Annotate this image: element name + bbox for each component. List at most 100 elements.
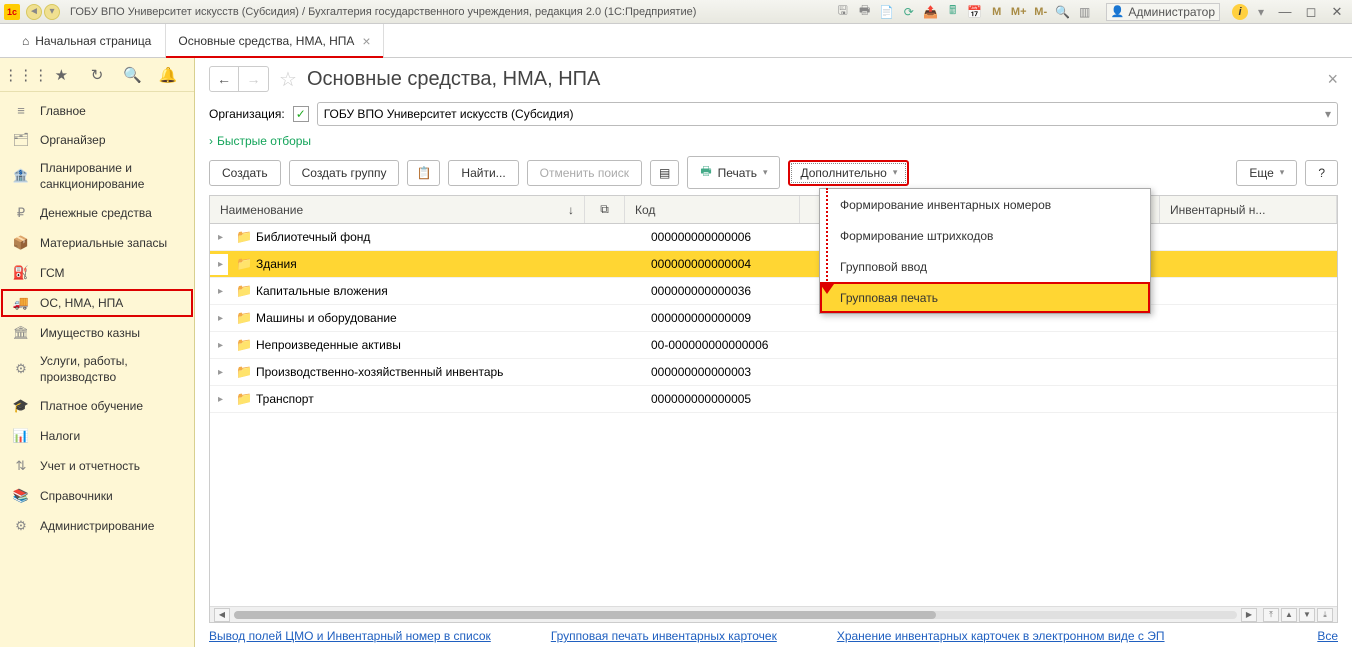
- sidebar-item-planning[interactable]: 🏦Планирование и санкционирование: [0, 155, 194, 198]
- scrollbar-horizontal[interactable]: ◀ ▶ ⤒ ▲ ▼ ⤓: [210, 606, 1337, 622]
- tab-close-icon[interactable]: ×: [362, 33, 370, 49]
- history-icon[interactable]: ↻: [87, 65, 107, 85]
- sidebar-item-refs[interactable]: 📚Справочники: [0, 481, 194, 511]
- expand-icon[interactable]: ▸: [210, 281, 228, 302]
- m-icon[interactable]: M: [988, 3, 1006, 21]
- sidebar-item-main[interactable]: ≡Главное: [0, 96, 194, 125]
- nav-forward-button[interactable]: →: [239, 66, 269, 92]
- sidebar-item-gsm[interactable]: ⛽ГСМ: [0, 258, 194, 288]
- dropdown-item-group-input[interactable]: Групповой ввод: [820, 251, 1150, 282]
- help-button[interactable]: ?: [1305, 160, 1338, 186]
- table-row[interactable]: ▸📁Капитальные вложения000000000000036: [210, 278, 1337, 305]
- quick-filters-toggle[interactable]: › Быстрые отборы: [209, 134, 1338, 148]
- info-icon[interactable]: i: [1232, 4, 1248, 20]
- sidebar-item-organizer[interactable]: 🗂Органайзер: [0, 125, 194, 155]
- folder-icon: 📁: [228, 386, 248, 412]
- expand-icon[interactable]: ▸: [210, 389, 228, 410]
- sidebar-item-admin[interactable]: ⚙Администрирование: [0, 511, 194, 541]
- table-row[interactable]: ▸📁Транспорт000000000000005: [210, 386, 1337, 413]
- m-minus-icon[interactable]: M-: [1032, 3, 1050, 21]
- grid-icon[interactable]: ⋮⋮⋮: [16, 65, 36, 85]
- send-icon[interactable]: 📤: [922, 3, 940, 21]
- org-checkbox[interactable]: ✓: [293, 106, 309, 122]
- nav-back-icon[interactable]: ◄: [26, 4, 42, 20]
- btn-label: ?: [1318, 166, 1325, 180]
- th-duplicate[interactable]: ⧉: [585, 196, 625, 223]
- expand-icon[interactable]: ▸: [210, 227, 228, 248]
- calc-icon[interactable]: 🖩: [944, 3, 962, 21]
- sidebar-label: ГСМ: [40, 266, 65, 280]
- cancel-search-button[interactable]: Отменить поиск: [527, 160, 642, 186]
- m-plus-icon[interactable]: M+: [1010, 3, 1028, 21]
- calendar-icon[interactable]: 📅: [966, 3, 984, 21]
- footer-link-group-print[interactable]: Групповая печать инвентарных карточек: [551, 629, 777, 643]
- sidebar-item-os[interactable]: 🚚ОС, НМА, НПА: [0, 288, 194, 318]
- table-row[interactable]: ▸📁Здания000000000000004: [210, 251, 1337, 278]
- cell-code: 000000000000009: [627, 306, 802, 330]
- info-dropdown-icon[interactable]: ▾: [1252, 3, 1270, 21]
- footer-link-all[interactable]: Все: [1317, 629, 1338, 643]
- list-down-icon[interactable]: ▼: [1299, 608, 1315, 622]
- expand-icon[interactable]: ▸: [210, 254, 228, 275]
- nav-back-button[interactable]: ←: [209, 66, 239, 92]
- table-row[interactable]: ▸📁Библиотечный фонд000000000000006: [210, 224, 1337, 251]
- create-group-button[interactable]: Создать группу: [289, 160, 400, 186]
- star-icon[interactable]: ★: [51, 65, 71, 85]
- search-icon[interactable]: 🔍: [123, 65, 143, 85]
- expand-icon[interactable]: ▸: [210, 308, 228, 329]
- doc-icon[interactable]: 📄: [878, 3, 896, 21]
- additional-button[interactable]: Дополнительно▾: [788, 160, 909, 186]
- dropdown-item-barcodes[interactable]: Формирование штрихкодов: [820, 220, 1150, 251]
- copy-button[interactable]: 📋: [407, 160, 440, 186]
- list-mode-button[interactable]: ▤: [650, 160, 679, 186]
- caret-icon: ▾: [763, 167, 768, 178]
- print-icon[interactable]: 🖶: [856, 3, 874, 21]
- tab-active[interactable]: Основные средства, НМА, НПА ×: [166, 24, 383, 57]
- folder-icon: 📁: [228, 332, 248, 358]
- footer-link-fields[interactable]: Вывод полей ЦМО и Инвентарный номер в сп…: [209, 629, 491, 643]
- find-button[interactable]: Найти...: [448, 160, 518, 186]
- print-button[interactable]: 🖶Печать▾: [687, 156, 780, 189]
- org-select[interactable]: ГОБУ ВПО Университет искусств (Субсидия)…: [317, 102, 1338, 126]
- maximize-button[interactable]: ◻: [1300, 4, 1322, 20]
- scroll-right-icon[interactable]: ▶: [1241, 608, 1257, 622]
- list-up-icon[interactable]: ▲: [1281, 608, 1297, 622]
- sidebar-item-materials[interactable]: 📦Материальные запасы: [0, 228, 194, 258]
- minimize-button[interactable]: —: [1274, 4, 1296, 20]
- favorite-star-icon[interactable]: ☆: [279, 67, 297, 92]
- sidebar-item-education[interactable]: 🎓Платное обучение: [0, 391, 194, 421]
- nav-dropdown-icon[interactable]: ▾: [44, 4, 60, 20]
- bell-icon[interactable]: 🔔: [158, 65, 178, 85]
- dropdown-item-group-print[interactable]: Групповая печать: [820, 282, 1150, 313]
- table-row[interactable]: ▸📁Производственно-хозяйственный инвентар…: [210, 359, 1337, 386]
- scroll-thumb[interactable]: [234, 611, 936, 619]
- th-inv[interactable]: Инвентарный н...: [1160, 196, 1337, 223]
- zoom-icon[interactable]: 🔍: [1054, 3, 1072, 21]
- table-row[interactable]: ▸📁Непроизведенные активы00-0000000000000…: [210, 332, 1337, 359]
- sidebar-item-taxes[interactable]: 📊Налоги: [0, 421, 194, 451]
- footer-link-storage[interactable]: Хранение инвентарных карточек в электрон…: [837, 629, 1165, 643]
- expand-icon[interactable]: ▸: [210, 335, 228, 356]
- close-window-button[interactable]: ✕: [1326, 4, 1348, 20]
- sidebar-item-reports[interactable]: ⇅Учет и отчетность: [0, 451, 194, 481]
- dropdown-item-inv-numbers[interactable]: Формирование инвентарных номеров: [820, 189, 1150, 220]
- user-badge[interactable]: 👤 Администратор: [1106, 3, 1220, 21]
- list-bottom-icon[interactable]: ⤓: [1317, 608, 1333, 622]
- home-tab[interactable]: ⌂ Начальная страница: [8, 24, 166, 57]
- scroll-track[interactable]: [234, 611, 1237, 619]
- th-name[interactable]: Наименование↓: [210, 196, 585, 223]
- table-row[interactable]: ▸📁Машины и оборудование000000000000009: [210, 305, 1337, 332]
- create-button[interactable]: Создать: [209, 160, 281, 186]
- sync-icon[interactable]: ⟳: [900, 3, 918, 21]
- th-code[interactable]: Код: [625, 196, 800, 223]
- list-top-icon[interactable]: ⤒: [1263, 608, 1279, 622]
- page-close-icon[interactable]: ×: [1327, 69, 1338, 90]
- scroll-left-icon[interactable]: ◀: [214, 608, 230, 622]
- more-button[interactable]: Еще▾: [1236, 160, 1297, 186]
- sidebar-item-money[interactable]: ₽Денежные средства: [0, 198, 194, 228]
- sidebar-item-treasury[interactable]: 🏛Имущество казны: [0, 318, 194, 348]
- panels-icon[interactable]: ▥: [1076, 3, 1094, 21]
- expand-icon[interactable]: ▸: [210, 362, 228, 383]
- sidebar-item-services[interactable]: ⚙Услуги, работы, производство: [0, 348, 194, 391]
- save-icon[interactable]: 🖫: [834, 3, 852, 21]
